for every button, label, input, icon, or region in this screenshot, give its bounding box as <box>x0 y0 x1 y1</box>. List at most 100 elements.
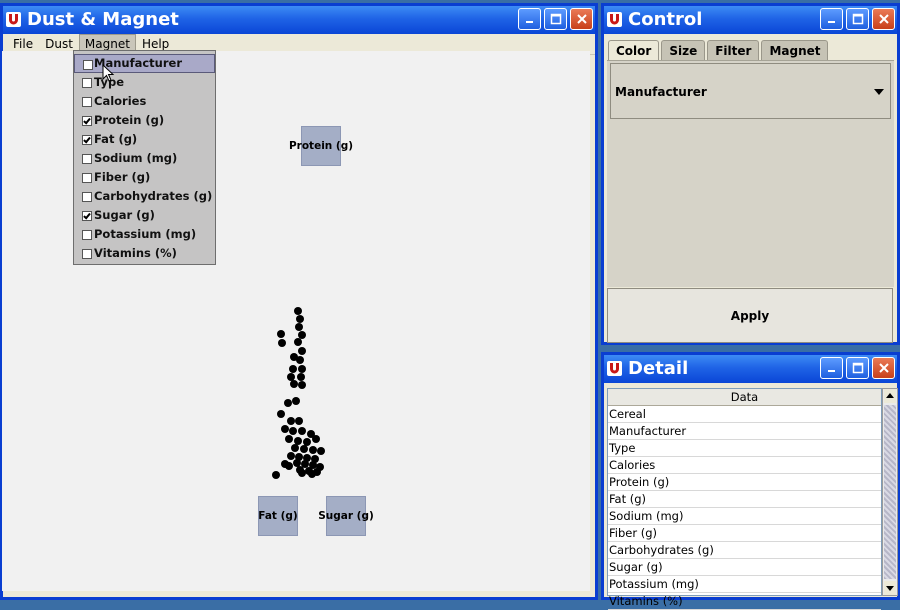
checkbox[interactable] <box>82 230 92 240</box>
dust-particle[interactable] <box>290 380 298 388</box>
close-button[interactable] <box>872 357 895 379</box>
checkbox[interactable] <box>82 154 92 164</box>
tab-color[interactable]: Color <box>608 40 660 61</box>
color-attribute-select[interactable]: Manufacturer <box>610 63 891 119</box>
checkbox[interactable] <box>82 173 92 183</box>
magnet-menu-item-protein[interactable]: Protein (g) <box>74 111 215 130</box>
detail-titlebar[interactable]: Detail <box>604 355 897 383</box>
dust-particle[interactable] <box>281 425 289 433</box>
dust-particle[interactable] <box>296 356 304 364</box>
dust-particle[interactable] <box>291 444 299 452</box>
magnet-menu-item-fiber[interactable]: Fiber (g) <box>74 168 215 187</box>
dust-particle[interactable] <box>277 410 285 418</box>
dust-particle[interactable] <box>272 471 280 479</box>
magnet-menu-item-sugar[interactable]: Sugar (g) <box>74 206 215 225</box>
dust-particle[interactable] <box>296 315 304 323</box>
table-row[interactable]: Fat (g) <box>608 491 881 508</box>
vertical-scrollbar[interactable] <box>882 388 898 596</box>
maximize-button[interactable] <box>846 357 869 379</box>
magnet-sugar[interactable]: Sugar (g) <box>318 496 374 536</box>
apply-button[interactable]: Apply <box>607 288 893 343</box>
dust-particle[interactable] <box>285 435 293 443</box>
maximize-button[interactable] <box>846 8 869 30</box>
scroll-up-icon[interactable] <box>884 389 896 403</box>
table-row[interactable]: Cereal <box>608 406 881 423</box>
main-titlebar[interactable]: Dust & Magnet <box>3 6 595 34</box>
dust-particle[interactable] <box>317 447 325 455</box>
checkbox[interactable] <box>83 60 93 70</box>
magnet-menu-item-calories[interactable]: Calories <box>74 92 215 111</box>
close-icon <box>878 363 889 373</box>
magnet-menu-item-type[interactable]: Type <box>74 73 215 92</box>
checkbox[interactable] <box>82 97 92 107</box>
dust-particle[interactable] <box>295 417 303 425</box>
tab-magnet[interactable]: Magnet <box>761 40 829 61</box>
dust-particle[interactable] <box>289 365 297 373</box>
dust-particle[interactable] <box>297 373 305 381</box>
dust-particle[interactable] <box>298 331 306 339</box>
dust-particle[interactable] <box>287 417 295 425</box>
table-row[interactable]: Type <box>608 440 881 457</box>
dust-particle[interactable] <box>298 347 306 355</box>
magnet-protein[interactable]: Protein (g) <box>289 126 353 166</box>
dust-particle[interactable] <box>294 437 302 445</box>
dust-particle[interactable] <box>298 381 306 389</box>
dust-particle[interactable] <box>293 459 301 467</box>
magnet-menu-item-vitamins[interactable]: Vitamins (%) <box>74 244 215 263</box>
dust-particle[interactable] <box>278 339 286 347</box>
magnet-sugar-label: Sugar (g) <box>318 510 374 522</box>
magnet-menu-item-carbohydrates[interactable]: Carbohydrates (g) <box>74 187 215 206</box>
close-button[interactable] <box>872 8 895 30</box>
table-row[interactable]: Fiber (g) <box>608 525 881 542</box>
dust-particle[interactable] <box>277 330 285 338</box>
table-row[interactable]: Potassium (mg) <box>608 576 881 593</box>
magnet-menu-item-fat[interactable]: Fat (g) <box>74 130 215 149</box>
checkbox[interactable] <box>82 249 92 259</box>
table-header[interactable]: Data <box>608 389 881 406</box>
dust-particle[interactable] <box>308 470 316 478</box>
magnet-menu-item-manufacturer[interactable]: Manufacturer <box>74 54 215 73</box>
magnet-menu-item-potassium[interactable]: Potassium (mg) <box>74 225 215 244</box>
dust-particle[interactable] <box>294 307 302 315</box>
table-row[interactable]: Sodium (mg) <box>608 508 881 525</box>
checkbox[interactable] <box>82 78 92 88</box>
magnet-protein-label: Protein (g) <box>288 140 354 152</box>
checkbox[interactable] <box>82 192 92 202</box>
table-row[interactable]: Carbohydrates (g) <box>608 542 881 559</box>
checkbox-checked[interactable] <box>82 135 92 145</box>
tab-size[interactable]: Size <box>661 40 706 61</box>
maximize-button[interactable] <box>544 8 567 30</box>
table-row[interactable]: Calories <box>608 457 881 474</box>
close-button[interactable] <box>570 8 593 30</box>
tab-filter[interactable]: Filter <box>707 40 760 61</box>
dust-particle[interactable] <box>298 469 306 477</box>
dust-particle[interactable] <box>287 373 295 381</box>
dust-particle[interactable] <box>303 438 311 446</box>
dust-particle[interactable] <box>298 365 306 373</box>
checkbox-checked[interactable] <box>82 211 92 221</box>
dust-particle[interactable] <box>289 427 297 435</box>
table-row[interactable]: Manufacturer <box>608 423 881 440</box>
dust-particle[interactable] <box>300 445 308 453</box>
dust-particle[interactable] <box>294 338 302 346</box>
dust-particle[interactable] <box>295 323 303 331</box>
table-row[interactable]: Protein (g) <box>608 474 881 491</box>
minimize-button[interactable] <box>820 8 843 30</box>
dust-particle[interactable] <box>292 397 300 405</box>
dust-particle[interactable] <box>287 452 295 460</box>
scroll-down-icon[interactable] <box>884 581 896 595</box>
magnet-menu-item-sodium[interactable]: Sodium (mg) <box>74 149 215 168</box>
scroll-thumb[interactable] <box>884 405 896 579</box>
table-row[interactable]: Sugar (g) <box>608 559 881 576</box>
minimize-button[interactable] <box>820 357 843 379</box>
dust-particle[interactable] <box>284 399 292 407</box>
dust-particle[interactable] <box>281 460 289 468</box>
dust-particle[interactable] <box>298 427 306 435</box>
dust-particle[interactable] <box>312 435 320 443</box>
magnet-fat[interactable]: Fat (g) <box>258 496 298 536</box>
minimize-button[interactable] <box>518 8 541 30</box>
table-row[interactable]: Vitamins (%) <box>608 593 881 610</box>
checkbox-checked[interactable] <box>82 116 92 126</box>
control-titlebar[interactable]: Control <box>604 6 897 34</box>
dust-particle[interactable] <box>309 446 317 454</box>
